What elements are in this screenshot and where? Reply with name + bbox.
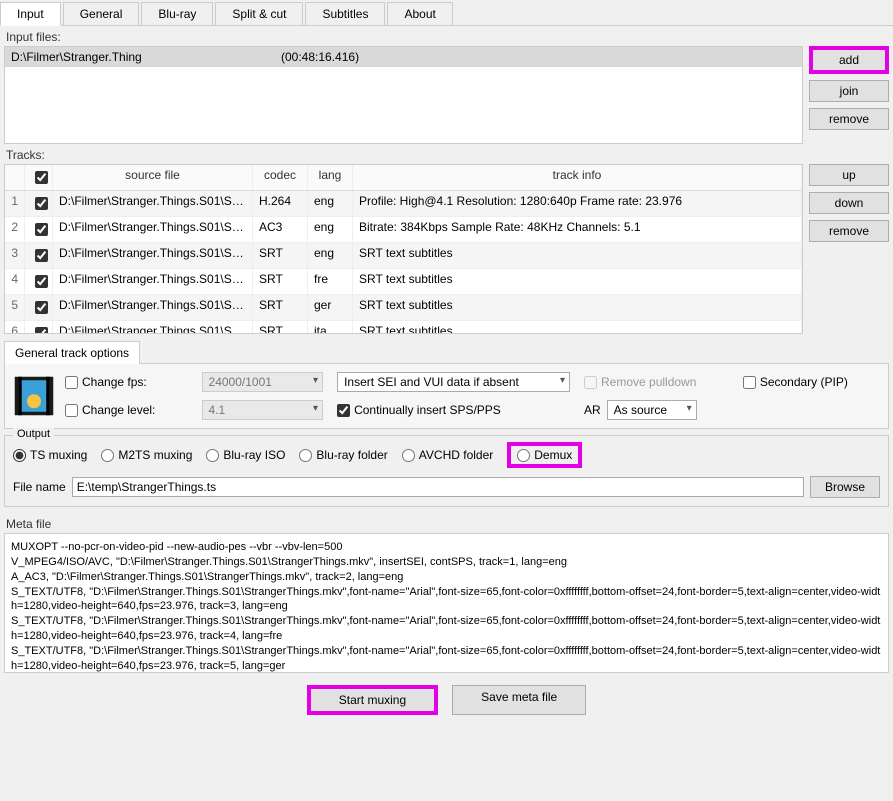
track-source: D:\Filmer\Stranger.Things.S01\Stra...	[53, 217, 253, 242]
track-lang: ita	[308, 321, 353, 334]
tab-general[interactable]: General	[63, 2, 140, 25]
file-name-input[interactable]	[72, 477, 804, 497]
radio-ts-muxing[interactable]: TS muxing	[13, 448, 87, 462]
ar-combo[interactable]: As source	[607, 400, 697, 420]
track-check[interactable]	[25, 295, 53, 320]
track-codec: H.264	[253, 191, 308, 216]
track-check[interactable]	[25, 269, 53, 294]
change-level-check[interactable]: Change level:	[65, 403, 188, 417]
track-lang: eng	[308, 243, 353, 268]
input-file-duration: (00:48:16.416)	[281, 50, 359, 64]
cont-sps-check[interactable]: Continually insert SPS/PPS	[337, 403, 570, 417]
track-check[interactable]	[25, 191, 53, 216]
input-file-name: D:\Filmer\Stranger.Thing	[11, 50, 281, 64]
save-meta-button[interactable]: Save meta file	[452, 685, 586, 715]
browse-button[interactable]: Browse	[810, 476, 880, 498]
track-check[interactable]	[25, 217, 53, 242]
radio-blu-ray-folder[interactable]: Blu-ray folder	[299, 448, 387, 462]
tab-split-cut[interactable]: Split & cut	[215, 2, 303, 25]
film-icon	[13, 375, 55, 417]
up-button[interactable]: up	[809, 164, 889, 186]
tab-about[interactable]: About	[387, 2, 452, 25]
track-codec: SRT	[253, 243, 308, 268]
track-source: D:\Filmer\Stranger.Things.S01\Stra...	[53, 295, 253, 320]
table-row[interactable]: 1D:\Filmer\Stranger.Things.S01\Stra...H.…	[5, 191, 802, 217]
main-tabstrip: InputGeneralBlu-raySplit & cutSubtitlesA…	[0, 0, 893, 26]
tab-input[interactable]: Input	[0, 2, 61, 26]
track-lang: fre	[308, 269, 353, 294]
track-source: D:\Filmer\Stranger.Things.S01\Stra...	[53, 321, 253, 334]
track-info: SRT text subtitles	[353, 243, 802, 268]
change-fps-check[interactable]: Change fps:	[65, 375, 188, 389]
radio-avchd-folder[interactable]: AVCHD folder	[402, 448, 493, 462]
track-source: D:\Filmer\Stranger.Things.S01\Stra...	[53, 243, 253, 268]
header-info[interactable]: track info	[353, 165, 802, 190]
track-info: SRT text subtitles	[353, 295, 802, 320]
track-check[interactable]	[25, 321, 53, 334]
add-button[interactable]: add	[809, 46, 889, 74]
meta-file-label: Meta file	[4, 513, 889, 533]
track-info: SRT text subtitles	[353, 321, 802, 334]
track-info: SRT text subtitles	[353, 269, 802, 294]
track-codec: SRT	[253, 321, 308, 334]
tab-subtitles[interactable]: Subtitles	[305, 2, 385, 25]
track-codec: SRT	[253, 295, 308, 320]
track-codec: SRT	[253, 269, 308, 294]
track-lang: eng	[308, 191, 353, 216]
header-source[interactable]: source file	[53, 165, 253, 190]
sei-combo[interactable]: Insert SEI and VUI data if absent	[337, 372, 570, 392]
fps-combo[interactable]: 24000/1001	[202, 372, 324, 392]
remove-track-button[interactable]: remove	[809, 220, 889, 242]
table-row[interactable]: 2D:\Filmer\Stranger.Things.S01\Stra...AC…	[5, 217, 802, 243]
table-row[interactable]: 5D:\Filmer\Stranger.Things.S01\Stra...SR…	[5, 295, 802, 321]
output-group: Output TS muxingM2TS muxingBlu-ray ISOBl…	[4, 435, 889, 507]
radio-demux[interactable]: Demux	[507, 442, 582, 468]
table-row[interactable]: 6D:\Filmer\Stranger.Things.S01\Stra...SR…	[5, 321, 802, 334]
remove-input-button[interactable]: remove	[809, 108, 889, 130]
table-row[interactable]: 4D:\Filmer\Stranger.Things.S01\Stra...SR…	[5, 269, 802, 295]
table-row[interactable]: 3D:\Filmer\Stranger.Things.S01\Stra...SR…	[5, 243, 802, 269]
join-button[interactable]: join	[809, 80, 889, 102]
tracks-header: source file codec lang track info	[5, 165, 802, 191]
file-name-label: File name	[13, 480, 66, 494]
input-files-label: Input files:	[0, 26, 893, 46]
track-lang: ger	[308, 295, 353, 320]
header-lang[interactable]: lang	[308, 165, 353, 190]
track-source: D:\Filmer\Stranger.Things.S01\Stra...	[53, 191, 253, 216]
meta-file-box[interactable]: MUXOPT --no-pcr-on-video-pid --new-audio…	[4, 533, 889, 673]
general-track-options-tab[interactable]: General track options	[4, 341, 140, 364]
input-file-row[interactable]: D:\Filmer\Stranger.Thing (00:48:16.416)	[5, 47, 802, 67]
input-files-list[interactable]: D:\Filmer\Stranger.Thing (00:48:16.416)	[4, 46, 803, 144]
ar-label: AR	[584, 403, 601, 417]
tracks-label: Tracks:	[0, 144, 893, 164]
remove-pulldown-check[interactable]: Remove pulldown	[584, 375, 729, 389]
radio-m-ts-muxing[interactable]: M2TS muxing	[101, 448, 192, 462]
level-combo[interactable]: 4.1	[202, 400, 324, 420]
output-legend: Output	[13, 428, 54, 440]
track-codec: AC3	[253, 217, 308, 242]
header-check[interactable]	[25, 165, 53, 190]
secondary-pip-check[interactable]: Secondary (PIP)	[743, 375, 880, 389]
down-button[interactable]: down	[809, 192, 889, 214]
tab-blu-ray[interactable]: Blu-ray	[141, 2, 213, 25]
track-check[interactable]	[25, 243, 53, 268]
track-info: Bitrate: 384Kbps Sample Rate: 48KHz Chan…	[353, 217, 802, 242]
track-source: D:\Filmer\Stranger.Things.S01\Stra...	[53, 269, 253, 294]
radio-blu-ray-iso[interactable]: Blu-ray ISO	[206, 448, 285, 462]
start-muxing-button[interactable]: Start muxing	[307, 685, 438, 715]
general-track-options-panel: Change fps: 24000/1001 Insert SEI and VU…	[4, 363, 889, 429]
track-info: Profile: High@4.1 Resolution: 1280:640p …	[353, 191, 802, 216]
tracks-table: source file codec lang track info 1D:\Fi…	[4, 164, 803, 334]
track-lang: eng	[308, 217, 353, 242]
header-codec[interactable]: codec	[253, 165, 308, 190]
